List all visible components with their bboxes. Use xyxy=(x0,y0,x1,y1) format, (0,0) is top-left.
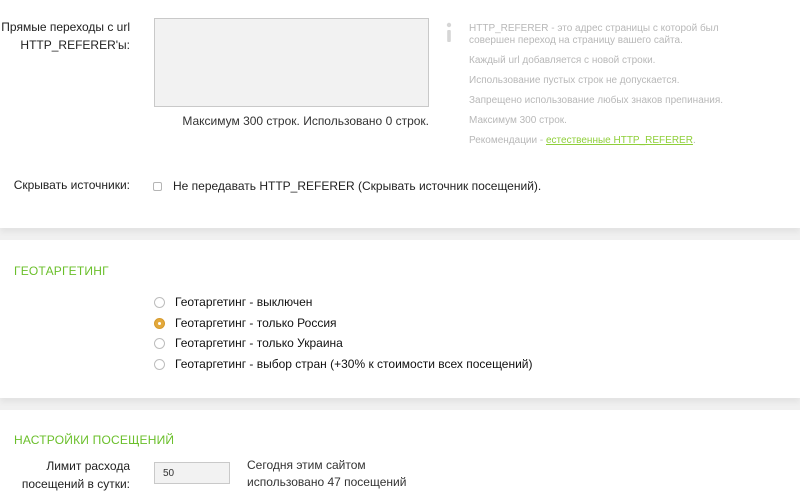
help-line-6: Максимум 300 строк. xyxy=(469,115,567,126)
geo-option-label[interactable]: Геотаргетинг - только Россия xyxy=(175,316,337,330)
hide-sources-checkbox[interactable] xyxy=(153,182,162,191)
help-line-3: Каждый url добавляется с новой строки. xyxy=(469,55,656,66)
referer-label-line1: Прямые переходы с url xyxy=(1,20,130,34)
info-icon xyxy=(446,22,452,42)
referer-label: Прямые переходы с url HTTP_REFERER'ы: xyxy=(0,18,130,54)
referer-panel: Прямые переходы с url HTTP_REFERER'ы: Ма… xyxy=(0,0,800,228)
referer-help: HTTP_REFERER - это адрес страницы с кото… xyxy=(469,23,789,147)
help-line-2: совершен переход на страницу вашего сайт… xyxy=(469,35,683,46)
geo-panel: ГЕОТАРГЕТИНГ Геотаргетинг - выключен Гео… xyxy=(0,240,800,398)
visits-panel: НАСТРОЙКИ ПОСЕЩЕНИЙ Лимит расхода посеще… xyxy=(0,410,800,497)
visits-title: НАСТРОЙКИ ПОСЕЩЕНИЙ xyxy=(14,433,175,447)
geo-option-label[interactable]: Геотаргетинг - выключен xyxy=(175,295,312,309)
referer-textarea[interactable] xyxy=(154,18,429,107)
today-usage-line1: Сегодня этим сайтом xyxy=(247,458,366,472)
limit-label-line2: посещений в сутки: xyxy=(21,477,130,491)
geo-title: ГЕОТАРГЕТИНГ xyxy=(14,264,109,278)
help-line-5: Запрещено использование любых знаков пре… xyxy=(469,95,724,106)
help-line-4: Использование пустых строк не допускаетс… xyxy=(469,75,680,86)
geo-radio-countries[interactable] xyxy=(154,359,165,370)
geo-option-label[interactable]: Геотаргетинг - только Украина xyxy=(175,336,343,350)
referer-label-line2: HTTP_REFERER'ы: xyxy=(20,38,130,52)
hide-sources-checkbox-label[interactable]: Не передавать HTTP_REFERER (Скрывать ист… xyxy=(173,179,541,193)
limit-label: Лимит расхода посещений в сутки: xyxy=(0,457,130,493)
geo-radio-off[interactable] xyxy=(154,297,165,308)
help-line-7: Рекомендации - естественные HTTP_REFERER… xyxy=(469,135,789,147)
geo-option-2[interactable]: Геотаргетинг - только Украина xyxy=(154,336,654,354)
today-usage-line2: использовано 47 посещений xyxy=(247,475,407,489)
hide-sources-label: Скрывать источники: xyxy=(13,178,130,192)
geo-option-3[interactable]: Геотаргетинг - выбор стран (+30% к стоим… xyxy=(154,357,714,375)
natural-referer-link[interactable]: естественные HTTP_REFERER xyxy=(546,135,693,146)
geo-option-1[interactable]: Геотаргетинг - только Россия xyxy=(154,316,654,334)
today-usage: Сегодня этим сайтом использовано 47 посе… xyxy=(247,457,406,491)
geo-radio-russia[interactable] xyxy=(154,318,165,329)
help-recommend-suffix: . xyxy=(692,135,696,146)
referer-limit-note: Максимум 300 строк. Использовано 0 строк… xyxy=(182,114,429,128)
daily-limit-input[interactable] xyxy=(154,462,230,484)
geo-option-0[interactable]: Геотаргетинг - выключен xyxy=(154,295,654,313)
help-line-1: HTTP_REFERER - это адрес страницы с кото… xyxy=(469,23,719,34)
geo-radio-ukraine[interactable] xyxy=(154,338,165,349)
help-recommend-prefix: Рекомендации - xyxy=(469,135,546,146)
limit-label-line1: Лимит расхода xyxy=(46,459,130,473)
geo-option-label[interactable]: Геотаргетинг - выбор стран (+30% к стоим… xyxy=(175,357,533,371)
